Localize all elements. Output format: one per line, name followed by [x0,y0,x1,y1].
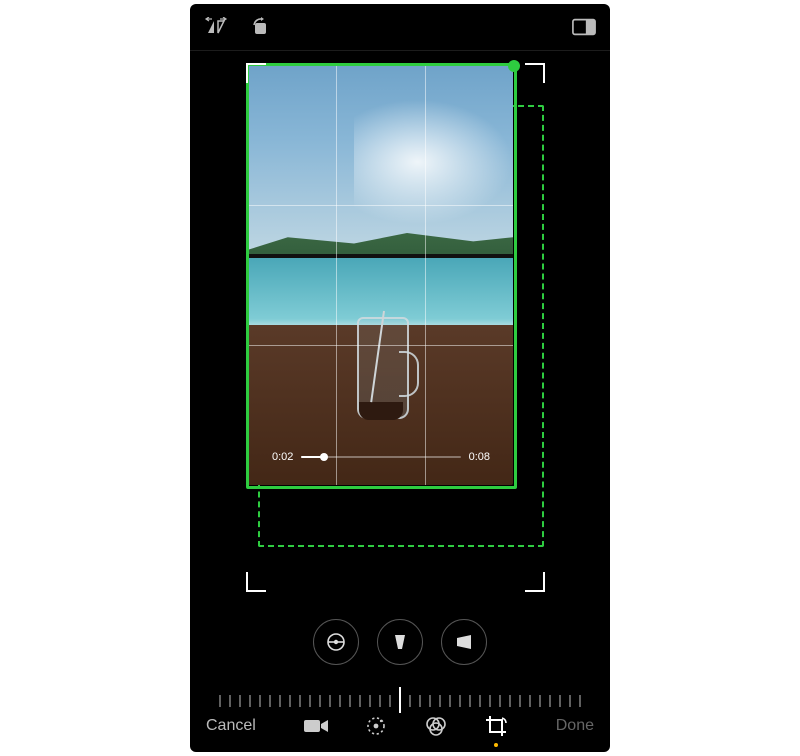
horizontal-perspective-button[interactable] [441,619,487,665]
stage: 0:02 0:08 [0,0,800,756]
angle-ruler[interactable] [210,681,590,719]
media-preview[interactable]: 0:02 0:08 [248,65,513,485]
vertical-perspective-button[interactable] [377,619,423,665]
aspect-ratio-icon[interactable] [572,15,596,39]
video-tab-icon[interactable] [303,713,329,739]
top-bar-left [204,15,272,39]
crop-top-bar [190,4,610,51]
cancel-button[interactable]: Cancel [206,717,256,735]
straighten-button[interactable] [313,619,359,665]
phone-frame: 0:02 0:08 [190,4,610,752]
playback-duration: 0:08 [469,451,490,463]
crop-dim-right [513,65,543,543]
done-button[interactable]: Done [556,717,594,735]
photo-rail [248,254,513,258]
playback-current: 0:02 [272,451,293,463]
crop-corner-br[interactable] [525,572,545,592]
crop-dim-bottom [248,485,543,543]
filters-tab-icon[interactable] [423,713,449,739]
flip-horizontal-icon[interactable] [204,15,228,39]
timeline-track[interactable] [301,456,460,458]
crop-tab-icon[interactable] [483,713,509,739]
crop-editor: 0:02 0:08 [190,51,610,700]
crop-corner-tl[interactable] [246,63,266,83]
crop-canvas: 0:02 0:08 [248,65,543,590]
crop-corner-tr[interactable] [525,63,545,83]
photo-glass [349,317,421,422]
rotate-icon[interactable] [248,15,272,39]
active-tab-indicator [494,743,498,747]
timeline-knob[interactable] [320,453,328,461]
playback-timeline[interactable]: 0:02 0:08 [272,451,490,463]
transform-buttons [190,619,610,665]
photo-cloud [354,99,513,225]
crop-corner-bl[interactable] [246,572,266,592]
adjust-tab-icon[interactable] [363,713,389,739]
